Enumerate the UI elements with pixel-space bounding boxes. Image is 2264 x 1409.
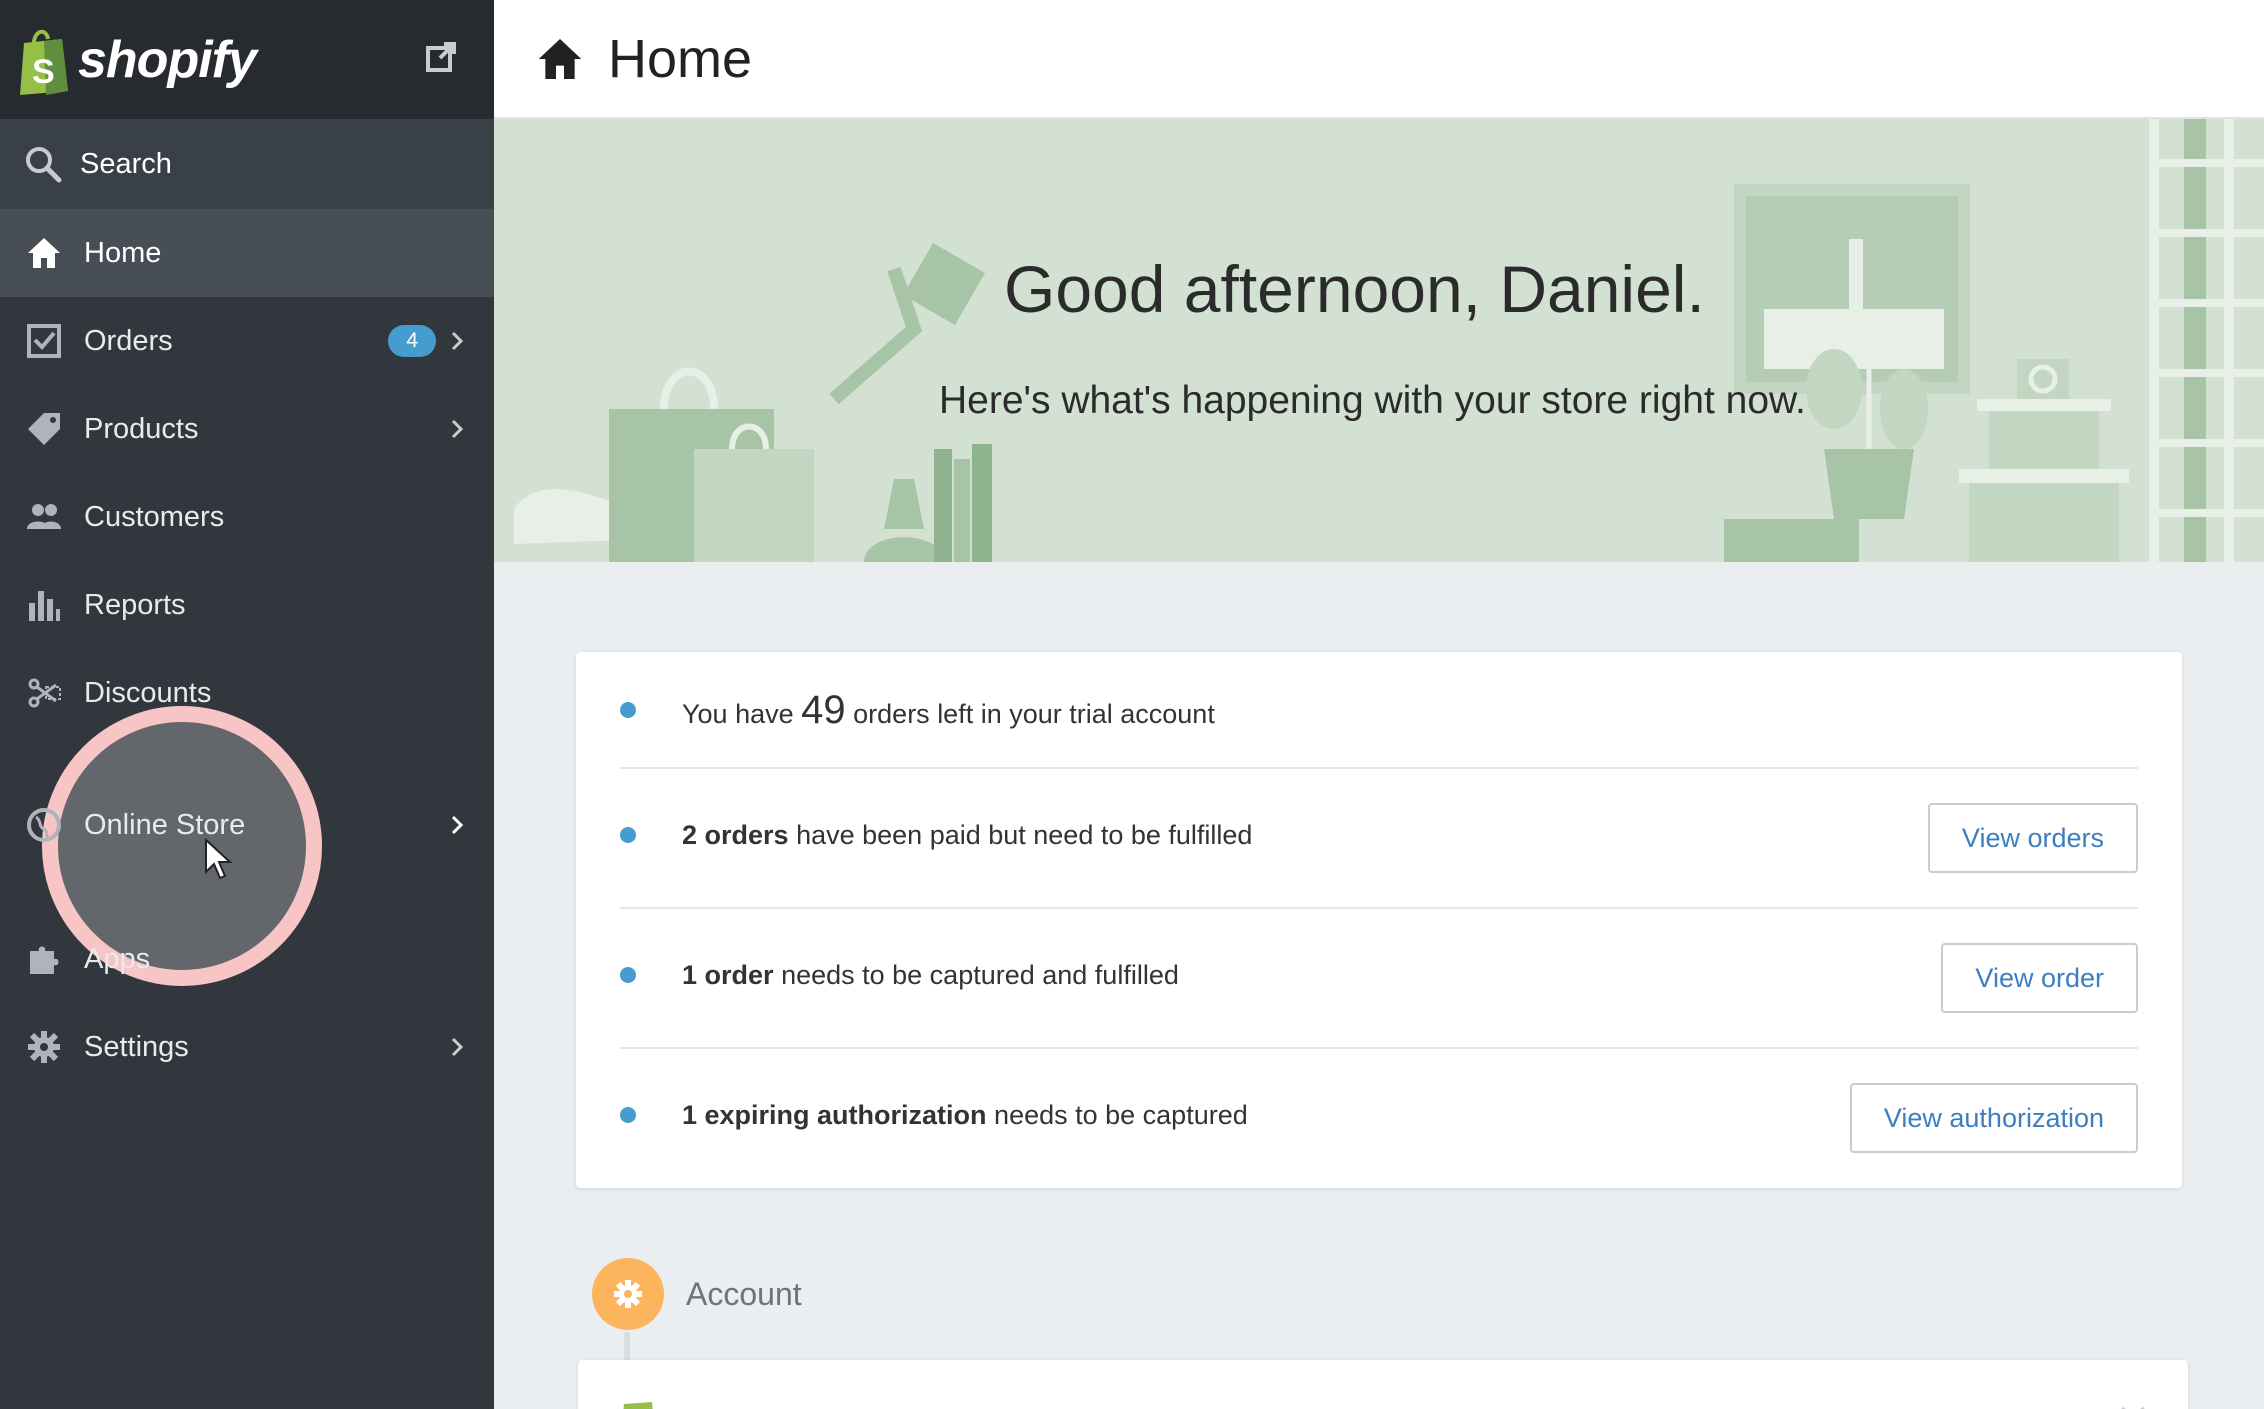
tasks-card: You have 49 orders left in your trial ac… bbox=[576, 652, 2182, 1188]
discount-icon bbox=[24, 673, 64, 713]
home-icon bbox=[538, 38, 582, 79]
sidebar: S shopify Search Home Orders 4 Products bbox=[0, 0, 494, 1409]
view-order-button[interactable]: View order bbox=[1941, 943, 2138, 1013]
timeline-connector bbox=[624, 1332, 630, 1362]
account-gear-icon bbox=[592, 1258, 664, 1330]
sidebar-item-label: Settings bbox=[84, 1030, 189, 1063]
chevron-right-icon bbox=[451, 331, 464, 351]
greeting-subtitle: Here's what's happening with your store … bbox=[939, 379, 1806, 422]
auth-text: 1 expiring authorization needs to be cap… bbox=[682, 1100, 1248, 1131]
view-authorization-button[interactable]: View authorization bbox=[1849, 1083, 2138, 1153]
paid-text: 2 orders have been paid but need to be f… bbox=[682, 820, 1252, 851]
bullet-dot bbox=[620, 702, 636, 718]
welcome-banner: Good afternoon, Daniel. Here's what's ha… bbox=[494, 119, 2264, 562]
divider bbox=[620, 907, 2138, 909]
sidebar-item-label: Products bbox=[84, 412, 199, 445]
tag-icon bbox=[24, 409, 64, 449]
search-icon bbox=[26, 147, 62, 183]
sidebar-item-label: Apps bbox=[84, 942, 151, 975]
sidebar-item-online-store[interactable]: Online Store bbox=[0, 781, 494, 869]
external-link-icon[interactable] bbox=[424, 40, 458, 74]
brand-name: shopify bbox=[78, 30, 257, 89]
sidebar-item-label: Online Store bbox=[84, 808, 246, 841]
banner-illustration bbox=[514, 119, 2264, 562]
auth-count: 1 expiring authorization bbox=[682, 1099, 987, 1130]
page-header: Home bbox=[494, 0, 2264, 119]
divider bbox=[620, 767, 2138, 769]
sidebar-item-settings[interactable]: Settings bbox=[0, 1003, 494, 1091]
sidebar-item-home[interactable]: Home bbox=[0, 209, 494, 297]
home-icon bbox=[24, 233, 64, 273]
bullet-dot bbox=[620, 967, 636, 983]
sidebar-item-label: Reports bbox=[84, 588, 186, 621]
trial-orders-row: You have 49 orders left in your trial ac… bbox=[620, 682, 2138, 738]
auth-desc: needs to be captured bbox=[994, 1099, 1248, 1130]
orders-count-badge: 4 bbox=[388, 325, 436, 357]
page-title: Home bbox=[608, 28, 753, 89]
trial-count: 49 bbox=[801, 687, 846, 732]
mouse-cursor-icon bbox=[205, 838, 233, 880]
sidebar-item-orders[interactable]: Orders 4 bbox=[0, 297, 494, 385]
sidebar-item-reports[interactable]: Reports bbox=[0, 561, 494, 649]
bullet-dot bbox=[620, 1107, 636, 1123]
capture-desc: needs to be captured and fulfilled bbox=[781, 959, 1179, 990]
gear-icon bbox=[24, 1027, 64, 1067]
sidebar-item-label: Customers bbox=[84, 500, 225, 533]
account-section-header: Account bbox=[592, 1258, 802, 1330]
chevron-right-icon bbox=[451, 815, 464, 835]
customers-icon bbox=[24, 497, 64, 537]
shopify-logo-icon: S bbox=[20, 29, 68, 95]
account-card bbox=[578, 1360, 2188, 1409]
orders-icon bbox=[24, 321, 64, 361]
svg-text:S: S bbox=[32, 53, 55, 91]
trial-prefix: You have bbox=[682, 698, 794, 729]
trial-text: You have 49 orders left in your trial ac… bbox=[682, 688, 1215, 733]
paid-orders-row: 2 orders have been paid but need to be f… bbox=[620, 807, 2138, 863]
globe-icon bbox=[24, 805, 64, 845]
chevron-right-icon bbox=[451, 1037, 464, 1057]
search-label: Search bbox=[80, 147, 172, 180]
puzzle-icon bbox=[24, 939, 64, 979]
divider bbox=[620, 1047, 2138, 1049]
brand-header: S shopify bbox=[0, 0, 494, 119]
capture-text: 1 order needs to be captured and fulfill… bbox=[682, 960, 1179, 991]
sidebar-search[interactable]: Search bbox=[0, 119, 494, 209]
sidebar-item-label: Home bbox=[84, 236, 162, 269]
close-icon[interactable] bbox=[2118, 1404, 2148, 1409]
chevron-right-icon bbox=[451, 419, 464, 439]
sidebar-item-apps[interactable]: Apps bbox=[0, 915, 494, 1003]
capture-order-row: 1 order needs to be captured and fulfill… bbox=[620, 947, 2138, 1003]
capture-count: 1 order bbox=[682, 959, 774, 990]
sidebar-item-label: Discounts bbox=[84, 676, 212, 709]
bullet-dot bbox=[620, 827, 636, 843]
sidebar-item-customers[interactable]: Customers bbox=[0, 473, 494, 561]
trial-suffix: orders left in your trial account bbox=[853, 698, 1215, 729]
greeting-heading: Good afternoon, Daniel. bbox=[1004, 252, 1705, 326]
bar-chart-icon bbox=[24, 585, 64, 625]
paid-count: 2 orders bbox=[682, 819, 789, 850]
sidebar-item-products[interactable]: Products bbox=[0, 385, 494, 473]
sidebar-item-label: Orders bbox=[84, 324, 173, 357]
account-label: Account bbox=[686, 1275, 802, 1312]
view-orders-button[interactable]: View orders bbox=[1927, 803, 2138, 873]
paid-desc: have been paid but need to be fulfilled bbox=[796, 819, 1253, 850]
shopify-bag-icon bbox=[623, 1402, 653, 1409]
